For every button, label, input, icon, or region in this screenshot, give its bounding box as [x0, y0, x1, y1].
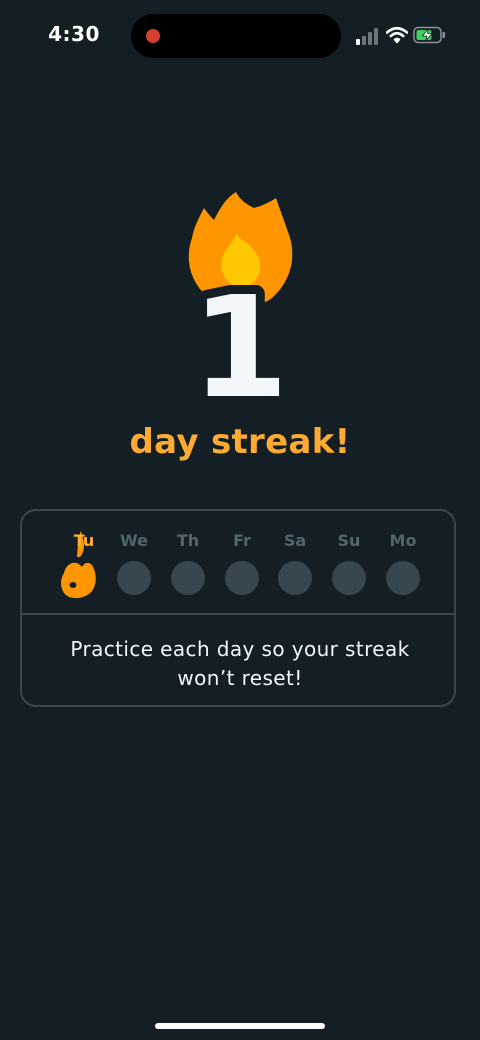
status-time: 4:30 [48, 22, 100, 46]
day-circle [278, 561, 312, 595]
status-bar: 4:30 [0, 0, 480, 72]
day-wednesday: We [114, 527, 154, 607]
day-saturday: Sa [275, 527, 315, 607]
day-monday: Mo [383, 527, 423, 607]
day-circle [332, 561, 366, 595]
day-label: Sa [283, 531, 307, 550]
day-friday: Fr [222, 527, 262, 607]
day-circle [117, 561, 151, 595]
svg-text:1: 1 [191, 268, 288, 408]
card-divider [22, 613, 454, 615]
day-label: Fr [233, 531, 251, 550]
day-circle [225, 561, 259, 595]
day-circle [386, 561, 420, 595]
day-thursday: Th [168, 527, 208, 607]
day-label: We [120, 531, 148, 550]
wifi-icon [386, 26, 408, 44]
streak-calendar-card: Tu We Th Fr Sa Su Mo Practice each day s… [20, 509, 456, 707]
dynamic-island [131, 14, 341, 58]
recording-indicator-icon [146, 29, 160, 43]
day-label: Mo [389, 531, 417, 550]
home-indicator[interactable] [155, 1023, 325, 1029]
day-label: Su [337, 531, 361, 550]
day-sunday: Su [329, 527, 369, 607]
streak-count: 1 1 [190, 268, 290, 408]
cellular-signal-icon [356, 27, 380, 45]
day-label: Th [176, 531, 200, 550]
streak-reminder-message: Practice each day so your streak won’t r… [70, 637, 410, 690]
day-circle [171, 561, 205, 595]
battery-charging-icon [413, 26, 445, 44]
day-tuesday: Tu [61, 527, 104, 607]
day-label: Tu [73, 531, 95, 550]
streak-label: day streak! [129, 422, 351, 462]
